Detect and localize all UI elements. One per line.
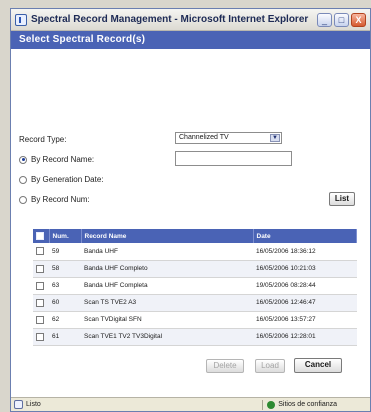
row-checkbox-cell [33,243,49,261]
close-button[interactable]: X [351,12,366,27]
table-row[interactable]: 59 Banda UHF 16/05/2006 18:36:12 [33,243,357,261]
cell-name: Scan TVDigital SFN [81,311,253,329]
select-all-header [33,229,50,243]
cell-name: Scan TVE1 TV2 TV3Digital [81,328,253,346]
select-all-checkbox[interactable] [36,232,44,240]
row-checkbox-cell [33,294,49,312]
table-row[interactable]: 60 Scan TS TVE2 A3 16/05/2006 12:46:47 [33,294,357,312]
record-name-header: Record Name [81,229,254,243]
load-button: Load [255,359,285,373]
minimize-button[interactable]: _ [317,12,332,27]
record-type-select[interactable]: Channelized TV ▼ [175,132,282,144]
cell-num: 62 [49,311,81,329]
table-row[interactable]: 61 Scan TVE1 TV2 TV3Digital 16/05/2006 12:… [33,328,357,346]
radio-by-date-label: By Generation Date: [31,175,104,184]
radio-by-num-row[interactable]: By Record Num: [19,195,90,204]
cell-num: 58 [49,260,81,278]
row-checkbox[interactable] [36,247,44,256]
record-name-input[interactable] [175,151,292,166]
radio-by-num-label: By Record Num: [31,195,90,204]
record-type-value: Channelized TV [179,134,229,141]
record-type-row: Record Type: [19,135,66,144]
status-text: Listo [26,401,41,408]
date-header: Date [253,229,357,243]
dialog-content: Record Type: Channelized TV ▼ By Record … [11,49,370,385]
table-row[interactable]: 62 Scan TVDigital SFN 16/05/2006 13:57:27 [33,311,357,329]
cell-date: 19/05/2006 08:28:44 [253,277,357,295]
cell-name: Banda UHF Completa [81,277,253,295]
row-checkbox-cell [33,277,49,295]
cancel-button[interactable]: Cancel [294,358,342,373]
security-zone: Sitios de confianza [278,401,337,408]
radio-by-name-label: By Record Name: [31,155,95,164]
status-divider [262,399,264,410]
table-row[interactable]: 58 Banda UHF Completo 16/05/2006 10:21:03 [33,260,357,278]
row-checkbox-cell [33,311,49,329]
title-bar: Spectral Record Management - Microsoft I… [11,9,370,31]
window-title: Spectral Record Management - Microsoft I… [31,14,309,25]
row-checkbox[interactable] [36,264,44,273]
cell-date: 16/05/2006 12:28:01 [253,328,357,346]
dialog-heading: Select Spectral Record(s) [11,31,370,49]
trusted-sites-icon [267,400,276,409]
radio-by-name[interactable] [19,155,27,164]
table-row[interactable]: 63 Banda UHF Completa 19/05/2006 08:28:44 [33,277,357,295]
cell-name: Banda UHF [81,243,253,261]
delete-button: Delete [206,359,244,373]
row-checkbox[interactable] [36,332,44,341]
table-header: Num. Record Name Date [33,229,357,243]
radio-by-num[interactable] [19,195,27,204]
radio-by-date[interactable] [19,175,27,184]
cell-num: 61 [49,328,81,346]
row-checkbox-cell [33,260,49,278]
window-controls: _ □ X [317,12,366,27]
status-bar: Listo Sitios de confianza [11,397,370,411]
page-icon [14,400,23,409]
row-checkbox-cell [33,328,49,346]
records-table: Num. Record Name Date 59 Banda UHF 16/05/2… [33,229,357,346]
cell-date: 16/05/2006 13:57:27 [253,311,357,329]
browser-window: Spectral Record Management - Microsoft I… [10,8,371,412]
row-checkbox[interactable] [36,298,44,307]
internet-explorer-icon [15,13,27,26]
record-type-label: Record Type: [19,135,67,144]
chevron-down-icon[interactable]: ▼ [270,134,280,142]
list-button[interactable]: List [329,192,355,206]
row-checkbox[interactable] [36,315,44,324]
cell-num: 63 [49,277,81,295]
radio-by-name-row[interactable]: By Record Name: [19,155,94,164]
cell-num: 59 [49,243,81,261]
cell-date: 16/05/2006 10:21:03 [253,260,357,278]
cell-num: 60 [49,294,81,312]
radio-by-date-row[interactable]: By Generation Date: [19,175,103,184]
cell-name: Banda UHF Completo [81,260,253,278]
cell-date: 16/05/2006 18:36:12 [253,243,357,261]
row-checkbox[interactable] [36,281,44,290]
cell-date: 16/05/2006 12:46:47 [253,294,357,312]
maximize-button[interactable]: □ [334,12,349,27]
num-header: Num. [49,229,82,243]
cell-name: Scan TS TVE2 A3 [81,294,253,312]
